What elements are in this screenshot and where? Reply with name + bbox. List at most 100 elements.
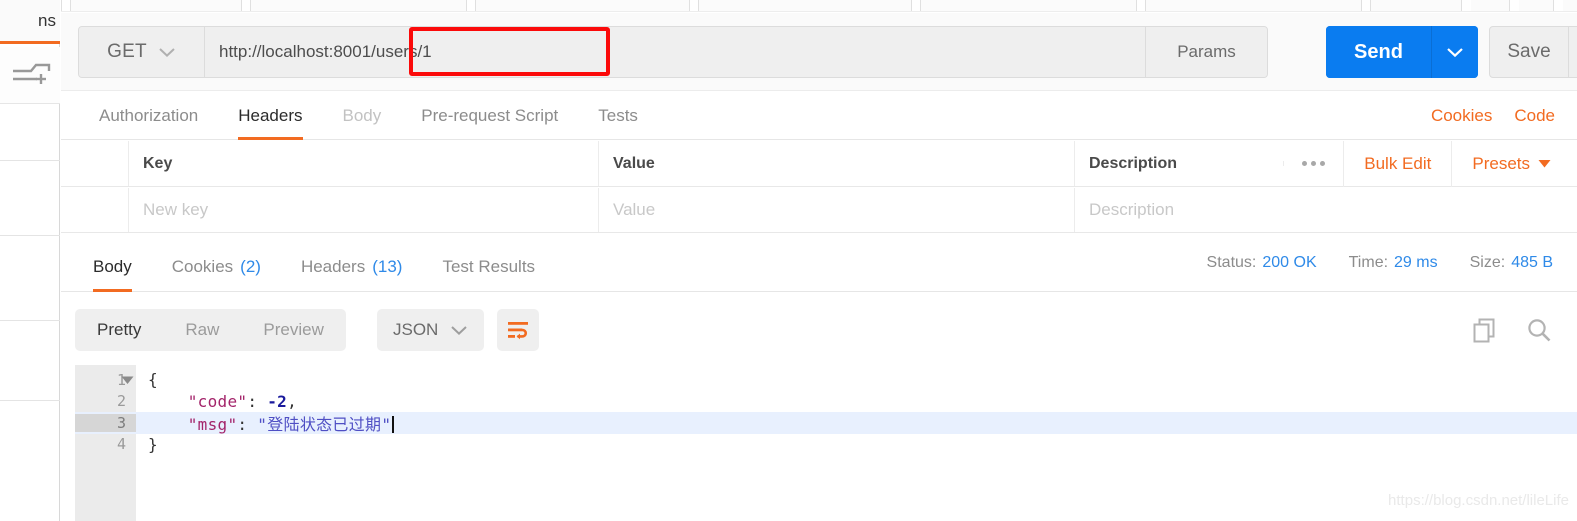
tab-authorization[interactable]: Authorization [79,92,218,140]
response-tab-cookies[interactable]: Cookies (2) [152,242,281,292]
table-row: New key Value Description [61,188,1577,233]
search-button[interactable] [1525,316,1553,344]
format-selector[interactable]: JSON [377,309,485,351]
chevron-down-icon [159,47,175,57]
ellipsis-icon[interactable] [1283,161,1343,166]
header-cell-value: Value [599,141,1075,186]
code-line: 1 { [75,369,1577,391]
chevron-down-icon [1447,47,1463,57]
response-tab-label: Cookies [171,257,234,276]
size-badge: Size: 485 B [1470,254,1553,272]
view-mode-preview[interactable]: Preview [241,309,345,351]
response-tab-label: Body [93,257,132,276]
response-tab-label: Headers [300,257,366,276]
view-mode-pretty[interactable]: Pretty [75,309,163,351]
text-cursor [392,415,395,433]
response-tab-count: (2) [240,257,261,276]
left-sidebar: ns [0,0,60,521]
caret-down-icon [1538,160,1551,168]
row-key-placeholder: New key [143,200,209,219]
row-description-input[interactable]: Description [1075,188,1577,232]
response-tab-headers[interactable]: Headers (13) [281,242,423,292]
headers-table-header-row: Key Value Description Bulk Edit Presets [61,140,1577,187]
response-body-toolbar: Pretty Raw Preview JSON [61,293,1577,365]
presets-button[interactable]: Presets [1451,140,1571,187]
code-text: { [148,370,158,390]
sidebar-divider [0,320,60,321]
tab-body[interactable]: Body [323,92,402,140]
chevron-down-icon [451,325,468,335]
sidebar-new-collection-button[interactable] [0,47,60,104]
response-tabs: Body Cookies (2) Headers (13) Test Resul… [61,234,1577,292]
view-mode-raw[interactable]: Raw [163,309,241,351]
word-wrap-icon [508,322,528,340]
time-badge: Time: 29 ms [1349,254,1438,272]
sidebar-tab-label: ns [38,10,56,30]
code-link[interactable]: Code [1514,106,1555,126]
column-title-value: Value [613,154,655,172]
response-body-editor[interactable]: 1 { 2 "code": -2, 3 "msg": "登陆状态已过期" 4} [75,365,1577,521]
tab-pre-request-script[interactable]: Pre-request Script [401,92,578,140]
row-key-input[interactable]: New key [129,188,599,232]
postman-window: ns GET http://localhost:8001/users/1 Par… [0,0,1577,521]
line-number: 4 [116,435,126,454]
row-value-placeholder: Value [613,200,656,219]
row-checkbox[interactable] [61,188,129,232]
column-title-key: Key [143,154,173,172]
status-value: 200 OK [1262,254,1317,271]
watermark: https://blog.csdn.net/lileLife [1388,492,1569,509]
response-tab-body[interactable]: Body [73,242,152,292]
tab-tests[interactable]: Tests [578,92,658,140]
time-value: 29 ms [1394,254,1438,271]
sidebar-divider [0,400,60,401]
code-token-punc: : [237,414,258,434]
params-button[interactable]: Params [1145,27,1267,77]
code-token-string: "登陆状态已过期" [257,414,392,434]
method-label: GET [107,41,147,62]
save-options-button[interactable] [1568,27,1577,77]
search-icon [1528,319,1551,342]
header-cell-key: Key [129,141,599,186]
request-tabs: Authorization Headers Body Pre-request S… [61,92,1577,140]
response-status-bar: Status: 200 OK Time: 29 ms Size: 485 B [1207,234,1553,292]
sidebar-divider [0,235,60,236]
request-tab-strip[interactable] [61,0,1577,12]
code-token-key: "code" [148,391,248,411]
editor-lines: 1 { 2 "code": -2, 3 "msg": "登陆状态已过期" 4} [75,369,1577,455]
header-cell-description: Description Bulk Edit Presets [1075,140,1577,187]
code-token-punc: , [287,391,298,411]
copy-icon [1473,318,1495,343]
tab-headers[interactable]: Headers [218,92,322,140]
size-label: Size: [1469,254,1506,271]
code-line: 4 } [75,434,1577,456]
main-panel: GET http://localhost:8001/users/1 Params… [61,0,1577,521]
url-group: GET http://localhost:8001/users/1 Params [78,26,1268,78]
cookies-link[interactable]: Cookies [1431,106,1492,126]
response-tab-test-results[interactable]: Test Results [422,242,555,292]
view-mode-group: Pretty Raw Preview [75,309,346,351]
code-line: 2 "code": -2, [75,391,1577,413]
send-button[interactable]: Send [1326,26,1432,78]
status-badge: Status: 200 OK [1207,254,1317,272]
sidebar-tab-collections[interactable]: ns [0,0,60,44]
method-selector[interactable]: GET [79,27,205,77]
code-token-key: "msg" [148,414,238,434]
url-input[interactable]: http://localhost:8001/users/1 [205,27,1145,77]
line-number: 2 [116,392,126,411]
params-label: Params [1177,42,1236,61]
line-number: 3 [75,413,136,432]
url-text: http://localhost:8001/users/1 [219,42,432,61]
save-button[interactable]: Save [1490,27,1568,77]
bulk-edit-button[interactable]: Bulk Edit [1343,140,1451,187]
word-wrap-toggle[interactable] [497,309,539,351]
response-tab-count: (13) [372,257,403,276]
copy-button[interactable] [1471,316,1499,344]
row-value-input[interactable]: Value [599,188,1075,232]
status-label: Status: [1206,254,1257,271]
fold-caret-icon[interactable] [121,375,134,384]
column-title-description: Description [1089,154,1178,172]
send-group: Send [1326,26,1478,78]
send-options-button[interactable] [1432,26,1478,78]
time-label: Time: [1348,254,1389,271]
save-group: Save [1489,26,1577,78]
